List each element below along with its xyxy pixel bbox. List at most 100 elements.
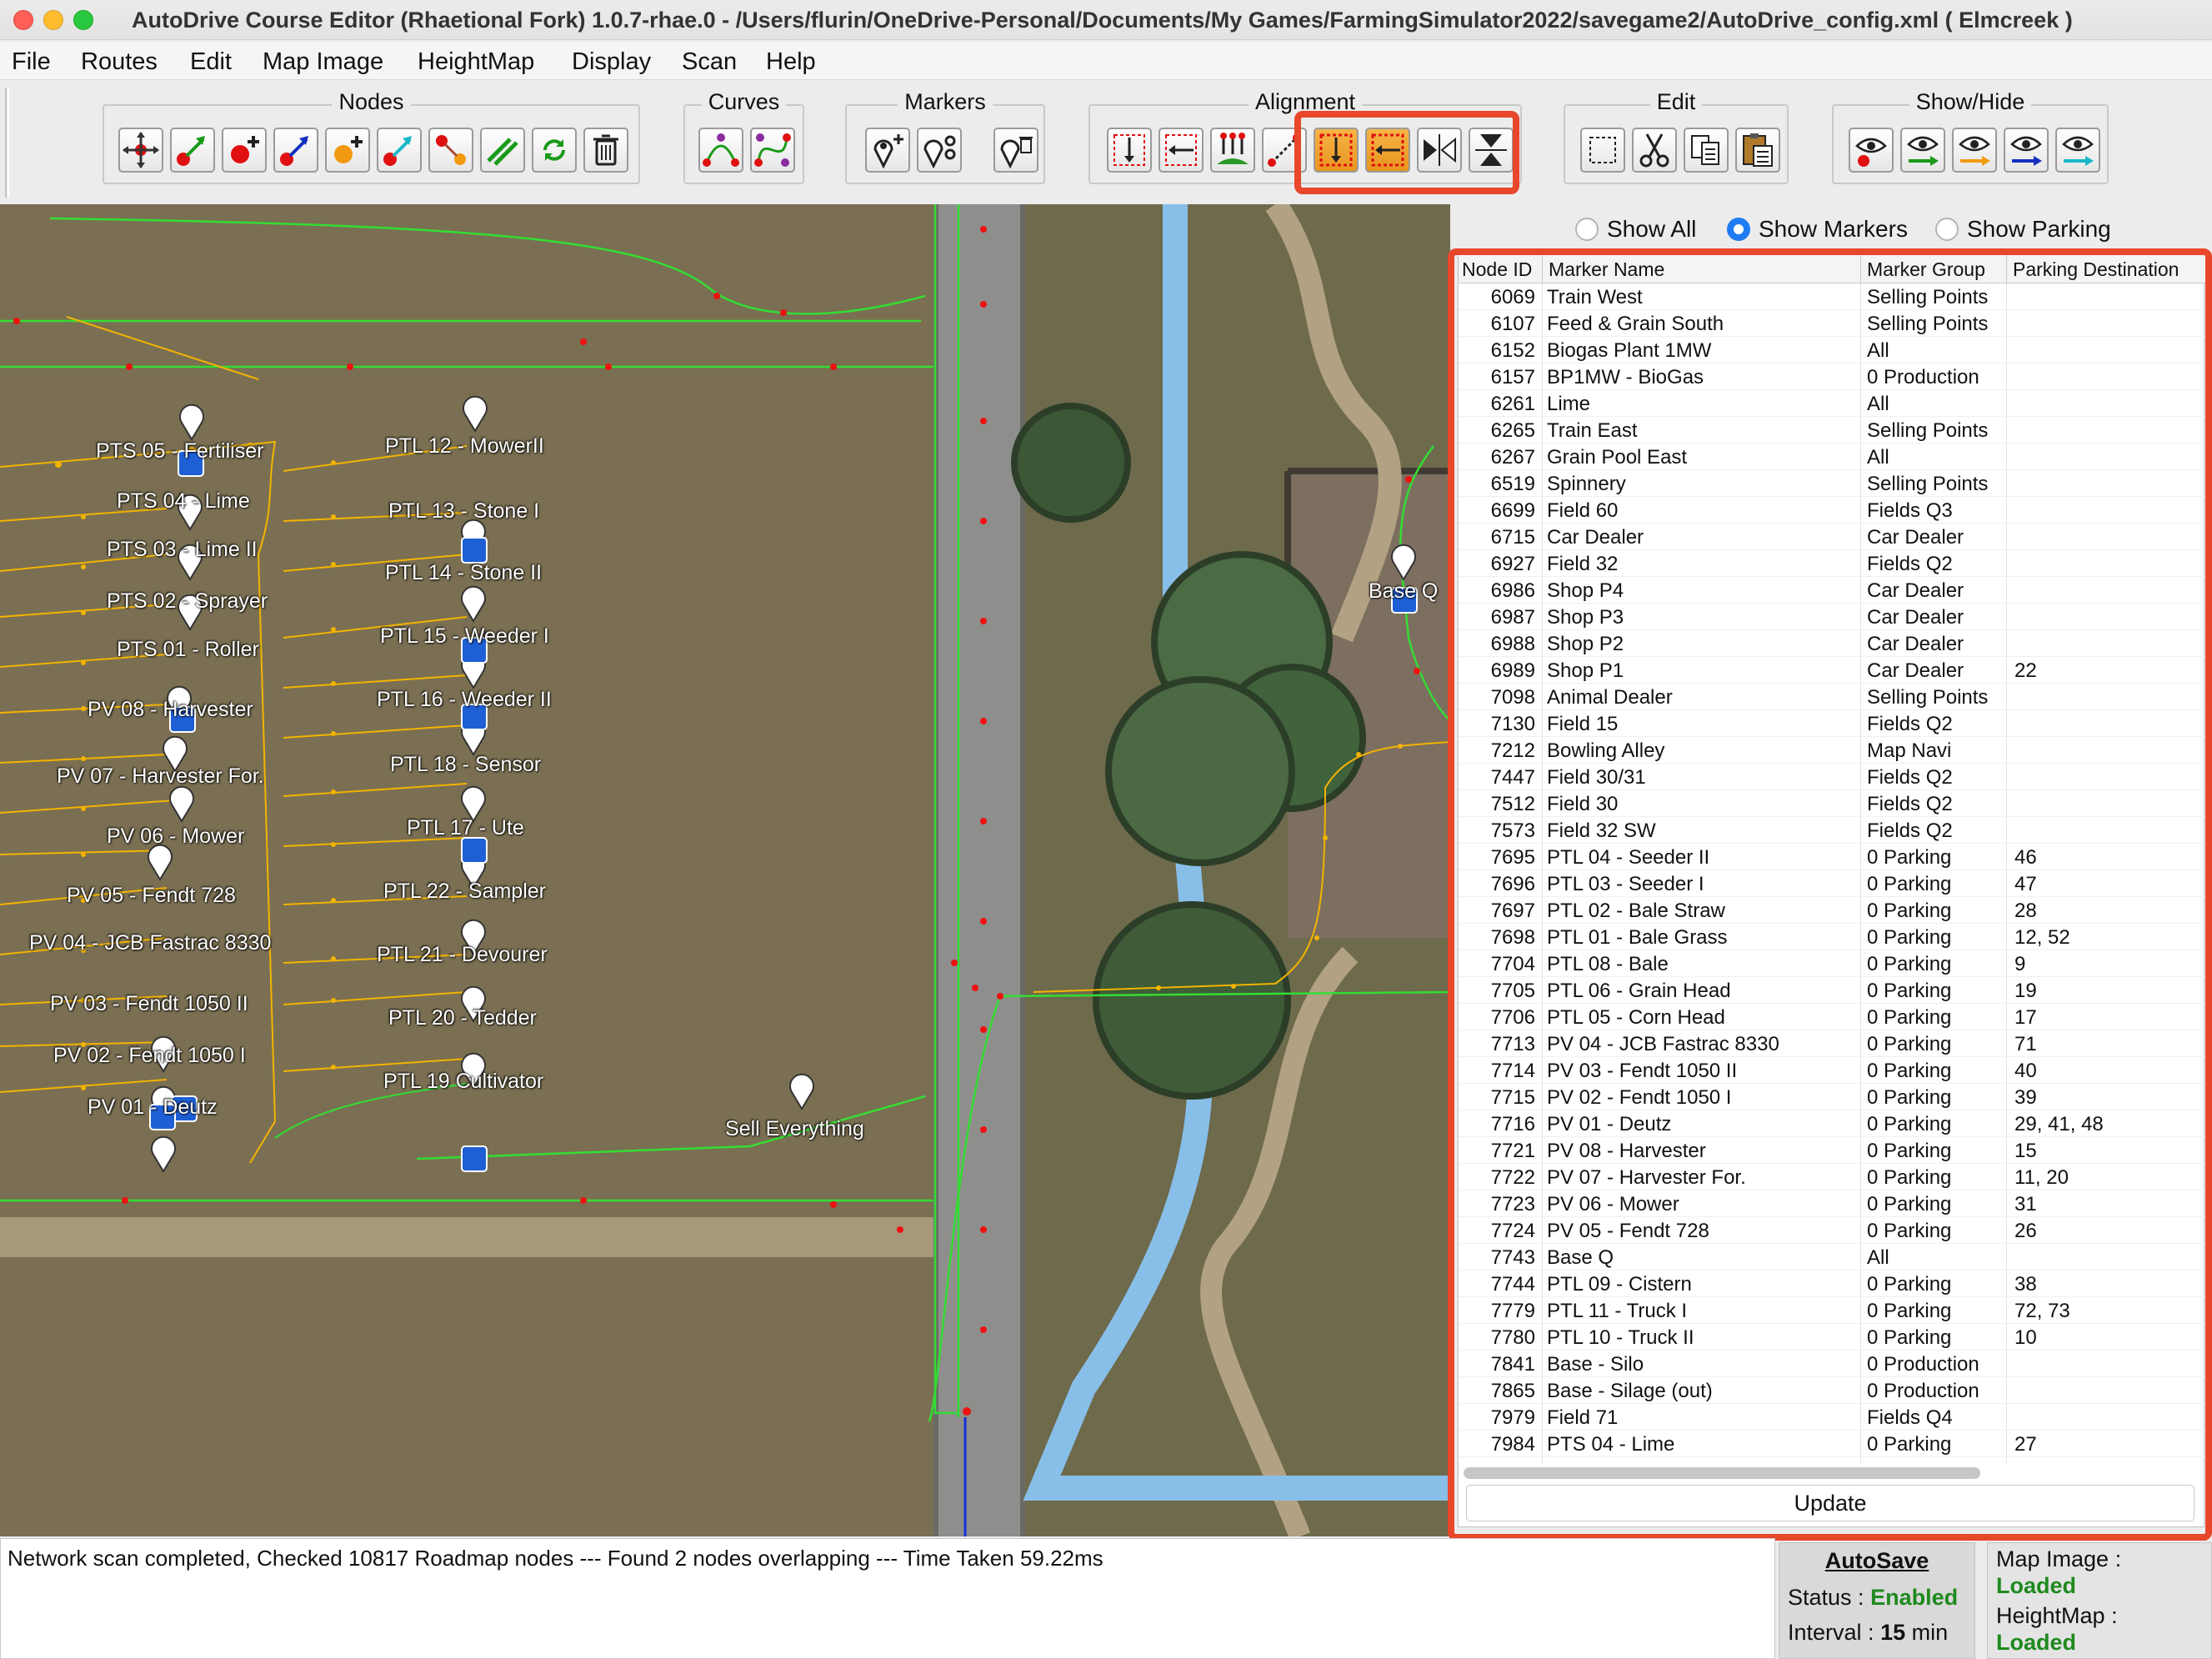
marker-label[interactable]: PTL 19 Cultivator (383, 1070, 543, 1094)
marker-label[interactable]: PV 04 - JCB Fastrac 8330 (29, 931, 271, 955)
cubic-curve-button[interactable] (750, 128, 795, 173)
table-row[interactable]: 7841 Base - Silo 0 Production (1459, 1351, 2205, 1377)
toggle-reverse-connections-button[interactable] (2004, 128, 2049, 173)
marker-label[interactable]: PTL 14 - Stone II (385, 561, 542, 585)
menu-routes[interactable]: Routes (81, 48, 158, 76)
marker-label[interactable]: PV 03 - Fendt 1050 II (50, 992, 248, 1016)
flip-vertical-button[interactable] (1469, 128, 1514, 173)
toolbar-grip[interactable] (5, 88, 9, 198)
menu-scan[interactable]: Scan (682, 48, 737, 76)
table-row[interactable]: 6927 Field 32 Fields Q2 (1459, 550, 2205, 577)
toggle-nodes-button[interactable] (1849, 128, 1894, 173)
toggle-subprio-connections-button[interactable] (1952, 128, 1997, 173)
menu-edit[interactable]: Edit (190, 48, 232, 76)
table-row[interactable]: 7706 PTL 05 - Corn Head 0 Parking 17 (1459, 1004, 2205, 1030)
marker-label[interactable]: PTS 05 - Fertiliser (96, 439, 263, 464)
remove-connection-button[interactable] (428, 128, 473, 173)
connect-nodes-button[interactable] (170, 128, 215, 173)
table-row[interactable]: 6986 Shop P4 Car Dealer (1459, 577, 2205, 604)
maximize-window-button[interactable] (73, 10, 93, 30)
select-button[interactable] (1580, 128, 1625, 173)
menu-display[interactable]: Display (572, 48, 651, 76)
marker-label[interactable]: PTS 01 - Roller (117, 638, 259, 662)
create-node-button[interactable] (222, 128, 267, 173)
delete-marker-button[interactable] (993, 128, 1038, 173)
table-row[interactable]: 6715 Car Dealer Car Dealer (1459, 524, 2205, 550)
table-row[interactable]: 6989 Shop P1 Car Dealer 22 (1459, 657, 2205, 684)
create-subprio-node-button[interactable] (325, 128, 370, 173)
toggle-regular-connections-button[interactable] (1900, 128, 1945, 173)
marker-label[interactable]: Sell Everything (725, 1117, 864, 1141)
align-bottom-button[interactable] (1314, 128, 1359, 173)
column-header-node-id[interactable]: Node ID (1462, 258, 1532, 281)
edit-marker-button[interactable] (917, 128, 962, 173)
marker-label[interactable]: PTS 02 - Sprayer (107, 589, 268, 614)
table-row[interactable]: 7743 Base Q All (1459, 1244, 2205, 1271)
refresh-connections-button[interactable] (532, 128, 577, 173)
table-row[interactable]: 7984 PTS 04 - Lime 0 Parking 27 (1459, 1431, 2205, 1457)
marker-label[interactable]: PV 01 - Deutz (88, 1095, 218, 1120)
table-row[interactable]: 7780 PTL 10 - Truck II 0 Parking 10 (1459, 1324, 2205, 1351)
table-row[interactable]: 7722 PV 07 - Harvester For. 0 Parking 11, 2… (1459, 1164, 2205, 1190)
align-horizontal-button[interactable] (1107, 128, 1152, 173)
marker-label[interactable]: PV 02 - Fendt 1050 I (53, 1044, 246, 1068)
table-row[interactable]: 6699 Field 60 Fields Q3 (1459, 497, 2205, 524)
table-row[interactable]: 7744 PTL 09 - Cistern 0 Parking 38 (1459, 1271, 2205, 1297)
table-row[interactable]: 7721 PV 08 - Harvester 0 Parking 15 (1459, 1137, 2205, 1164)
marker-label[interactable]: Base Q (1369, 579, 1438, 604)
marker-label[interactable]: PTL 18 - Sensor (390, 753, 541, 777)
align-left-button[interactable] (1365, 128, 1410, 173)
table-row[interactable]: 6107 Feed & Grain South Selling Points (1459, 310, 2205, 337)
dual-connection-button[interactable] (480, 128, 525, 173)
marker-label[interactable]: PV 06 - Mower (107, 824, 244, 849)
table-row[interactable]: 7698 PTL 01 - Bale Grass 0 Parking 12, 52 (1459, 924, 2205, 950)
table-row[interactable]: 6519 Spinnery Selling Points (1459, 470, 2205, 497)
table-row[interactable]: 7696 PTL 03 - Seeder I 0 Parking 47 (1459, 870, 2205, 897)
table-row[interactable]: 6152 Biogas Plant 1MW All (1459, 337, 2205, 363)
marker-label[interactable]: PTL 15 - Weeder I (380, 624, 549, 649)
marker-label[interactable]: PTS 04 - Lime (117, 489, 250, 514)
table-row[interactable]: 7714 PV 03 - Fendt 1050 II 0 Parking 40 (1459, 1057, 2205, 1084)
quadratic-curve-button[interactable] (698, 128, 743, 173)
move-node-button[interactable] (118, 128, 163, 173)
create-priority-connection-button[interactable] (273, 128, 318, 173)
align-edge-button[interactable] (1262, 128, 1307, 173)
table-row[interactable]: 7212 Bowling Alley Map Navi (1459, 737, 2205, 764)
table-row[interactable]: 6988 Shop P2 Car Dealer (1459, 630, 2205, 657)
table-row[interactable]: 7724 PV 05 - Fendt 728 0 Parking 26 (1459, 1217, 2205, 1244)
marker-label[interactable]: PTL 17 - Ute (407, 816, 524, 840)
menu-help[interactable]: Help (766, 48, 816, 76)
toggle-dual-connections-button[interactable] (2055, 128, 2100, 173)
table-row[interactable]: 7573 Field 32 SW Fields Q2 (1459, 817, 2205, 844)
table-row[interactable]: 7716 PV 01 - Deutz 0 Parking 29, 41, 48 (1459, 1110, 2205, 1137)
marker-label[interactable]: PV 08 - Harvester (88, 698, 253, 722)
minimize-window-button[interactable] (43, 10, 63, 30)
marker-label[interactable]: PTS 03 - Lime II (107, 538, 258, 562)
table-row[interactable]: 6265 Train East Selling Points (1459, 417, 2205, 444)
table-row[interactable]: 7130 Field 15 Fields Q2 (1459, 710, 2205, 737)
cut-button[interactable] (1632, 128, 1677, 173)
marker-label[interactable]: PTL 16 - Weeder II (377, 688, 552, 712)
align-height-button[interactable] (1210, 128, 1255, 173)
close-window-button[interactable] (13, 10, 33, 30)
table-row[interactable]: 7865 Base - Silage (out) 0 Production (1459, 1377, 2205, 1404)
map-canvas[interactable]: PTS 05 - Fertiliser PTS 04 - Lime PTS 03… (0, 204, 1450, 1536)
table-row[interactable]: 7447 Field 30/31 Fields Q2 (1459, 764, 2205, 790)
flip-horizontal-button[interactable] (1417, 128, 1462, 173)
table-row[interactable]: 7704 PTL 08 - Bale 0 Parking 9 (1459, 950, 2205, 977)
marker-label[interactable]: PTL 12 - MowerII (385, 434, 544, 459)
marker-label[interactable]: PTL 13 - Stone I (388, 499, 539, 524)
table-row[interactable]: 7695 PTL 04 - Seeder II 0 Parking 46 (1459, 844, 2205, 870)
table-row[interactable]: 7705 PTL 06 - Grain Head 0 Parking 19 (1459, 977, 2205, 1004)
marker-label[interactable]: PTL 20 - Tedder (388, 1006, 537, 1030)
table-row[interactable]: 7715 PV 02 - Fendt 1050 I 0 Parking 39 (1459, 1084, 2205, 1110)
table-row[interactable]: 7512 Field 30 Fields Q2 (1459, 790, 2205, 817)
menu-map-image[interactable]: Map Image (263, 48, 383, 76)
copy-button[interactable] (1684, 128, 1729, 173)
table-row[interactable]: 7979 Field 71 Fields Q4 (1459, 1404, 2205, 1431)
horizontal-scrollbar[interactable] (1464, 1467, 1980, 1479)
column-header-marker-name[interactable]: Marker Name (1549, 258, 1664, 281)
table-row[interactable]: 7098 Animal Dealer Selling Points (1459, 684, 2205, 710)
add-marker-button[interactable] (865, 128, 910, 173)
marker-label[interactable]: PV 07 - Harvester For. (57, 764, 264, 789)
